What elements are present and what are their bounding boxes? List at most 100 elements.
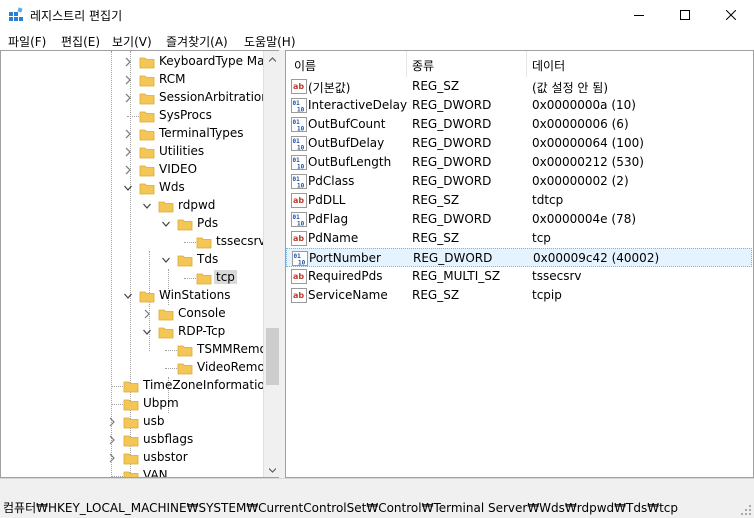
chevron-right-icon[interactable]: [123, 164, 133, 176]
tree-node[interactable]: Utilities: [123, 143, 263, 161]
column-divider[interactable]: [406, 51, 407, 77]
tree-scroll-thumb[interactable]: [266, 328, 279, 385]
value-row[interactable]: ab RequiredPds REG_MULTI_SZ tssecsrv: [286, 267, 752, 286]
tree-node-label: RCM: [159, 72, 186, 86]
resize-grip-icon[interactable]: [740, 504, 752, 516]
tree-node[interactable]: Wds: [123, 179, 263, 197]
tree-node[interactable]: Console: [142, 305, 263, 323]
chevron-right-icon[interactable]: [107, 452, 117, 464]
list-header: 이름 종류 데이터: [286, 51, 753, 77]
value-data: 0x00000002 (2): [532, 174, 629, 188]
chevron-right-icon[interactable]: [107, 416, 117, 428]
tree-node[interactable]: usb: [107, 413, 263, 431]
value-row[interactable]: 01 10 PdClass REG_DWORD 0x00000002 (2): [286, 172, 752, 191]
tree-node[interactable]: rdpwd: [142, 197, 263, 215]
binary-value-icon: 01 10: [292, 251, 308, 267]
binary-value-icon: 01 10: [291, 117, 307, 133]
value-type: REG_DWORD: [412, 155, 492, 169]
value-row[interactable]: 01 10 InteractiveDelay REG_DWORD 0x0000000a …: [286, 96, 752, 115]
tree-node[interactable]: tcp: [180, 269, 263, 287]
chevron-right-icon[interactable]: [142, 308, 152, 320]
column-header-name[interactable]: 이름: [294, 57, 316, 74]
value-row[interactable]: ab ServiceName REG_SZ tcpip: [286, 286, 752, 305]
tree-node[interactable]: SysProcs: [123, 107, 263, 125]
chevron-down-icon[interactable]: [142, 326, 152, 338]
maximize-button[interactable]: [662, 0, 708, 30]
chevron-right-icon[interactable]: [123, 146, 133, 158]
tree-vertical-scrollbar[interactable]: [263, 51, 279, 477]
folder-icon: [177, 217, 193, 231]
menu-favorites[interactable]: 즐겨찾기(A): [166, 33, 228, 50]
menu-bar: 파일(F) 편집(E) 보기(V) 즐겨찾기(A) 도움말(H): [0, 30, 754, 50]
tree-node[interactable]: TerminalTypes: [123, 125, 263, 143]
tree-node[interactable]: Pds: [161, 215, 263, 233]
column-divider[interactable]: [526, 51, 527, 77]
tree-node-label: Wds: [159, 180, 185, 194]
tree-node[interactable]: TSMMRemotingAllowedApps: [161, 341, 279, 359]
tree-node[interactable]: VideoRemotingWindowNames: [161, 359, 279, 377]
svg-text:10: 10: [297, 145, 305, 152]
tree-node[interactable]: usbstor: [107, 449, 263, 467]
scroll-down-button[interactable]: [264, 462, 279, 477]
tree-node[interactable]: VIDEO: [123, 161, 263, 179]
value-row[interactable]: ab (기본값) REG_SZ (값 설정 안 됨): [286, 77, 752, 96]
key-tree-pane[interactable]: KeyboardType Mapping RCM SessionArbitratio…: [0, 50, 279, 478]
chevron-down-icon[interactable]: [123, 290, 133, 302]
binary-value-icon: 01 10: [291, 136, 307, 152]
tree-node[interactable]: usbflags: [107, 431, 263, 449]
svg-text:ab: ab: [293, 196, 304, 205]
tree-connector: [111, 404, 123, 405]
menu-help[interactable]: 도움말(H): [244, 33, 296, 50]
value-row[interactable]: 01 10 OutBufDelay REG_DWORD 0x00000064 (100): [286, 134, 752, 153]
tree-node[interactable]: KeyboardType Mapping: [123, 53, 279, 71]
chevron-down-icon[interactable]: [161, 218, 171, 230]
tree-node-label: Ubpm: [143, 396, 179, 410]
value-row[interactable]: 01 10 OutBufCount REG_DWORD 0x00000006 (6): [286, 115, 752, 134]
value-row[interactable]: 01 10 PdFlag REG_DWORD 0x0000004e (78): [286, 210, 752, 229]
menu-view[interactable]: 보기(V): [112, 33, 152, 50]
tree-node[interactable]: WinStations: [123, 287, 263, 305]
binary-value-icon: 01 10: [291, 174, 307, 190]
chevron-right-icon[interactable]: [107, 434, 117, 446]
folder-icon: [123, 379, 139, 393]
value-type: REG_SZ: [412, 288, 460, 302]
values-list-pane[interactable]: 이름 종류 데이터 ab (기본값) REG_SZ (값 설정 안 됨) 01 10 Int…: [285, 50, 754, 478]
menu-file[interactable]: 파일(F): [8, 33, 46, 50]
svg-text:ab: ab: [293, 82, 304, 91]
tree-node[interactable]: RCM: [123, 71, 263, 89]
tree-node[interactable]: tssecsrv: [180, 233, 265, 251]
tree-node[interactable]: TimeZoneInformation: [107, 377, 272, 395]
chevron-right-icon[interactable]: [123, 128, 133, 140]
value-row[interactable]: 01 10 PortNumber REG_DWORD 0x00009c42 (40002…: [286, 248, 752, 267]
tree-node-label: tcp: [214, 270, 237, 284]
chevron-down-icon[interactable]: [142, 200, 152, 212]
value-row[interactable]: 01 10 OutBufLength REG_DWORD 0x00000212 (530…: [286, 153, 752, 172]
chevron-down-icon[interactable]: [161, 254, 171, 266]
value-name: PdDLL: [308, 193, 346, 207]
value-data: 0x00000064 (100): [532, 136, 644, 150]
chevron-right-icon[interactable]: [123, 74, 133, 86]
tree-node-label: SysProcs: [159, 108, 212, 122]
tree-connector: [165, 350, 177, 351]
folder-icon: [123, 415, 139, 429]
chevron-right-icon[interactable]: [123, 92, 133, 104]
menu-edit[interactable]: 편집(E): [61, 33, 100, 50]
tree-node[interactable]: VAN: [107, 467, 263, 477]
minimize-button[interactable]: [616, 0, 662, 30]
column-header-type[interactable]: 종류: [412, 57, 434, 74]
folder-icon: [196, 271, 212, 285]
tree-node[interactable]: Ubpm: [107, 395, 263, 413]
scroll-up-button[interactable]: [264, 51, 279, 68]
value-row[interactable]: ab PdDLL REG_SZ tdtcp: [286, 191, 752, 210]
tree-connector: [184, 242, 196, 243]
close-button[interactable]: [708, 0, 754, 30]
value-data: 0x0000000a (10): [532, 98, 636, 112]
tree-node[interactable]: SessionArbitrationHelper: [123, 89, 279, 107]
chevron-down-icon[interactable]: [123, 182, 133, 194]
tree-node[interactable]: Tds: [161, 251, 263, 269]
value-row[interactable]: ab PdName REG_SZ tcp: [286, 229, 752, 248]
column-header-data[interactable]: 데이터: [532, 57, 565, 74]
value-name: PdName: [308, 231, 359, 245]
chevron-right-icon[interactable]: [123, 56, 133, 68]
tree-node[interactable]: RDP-Tcp: [142, 323, 263, 341]
